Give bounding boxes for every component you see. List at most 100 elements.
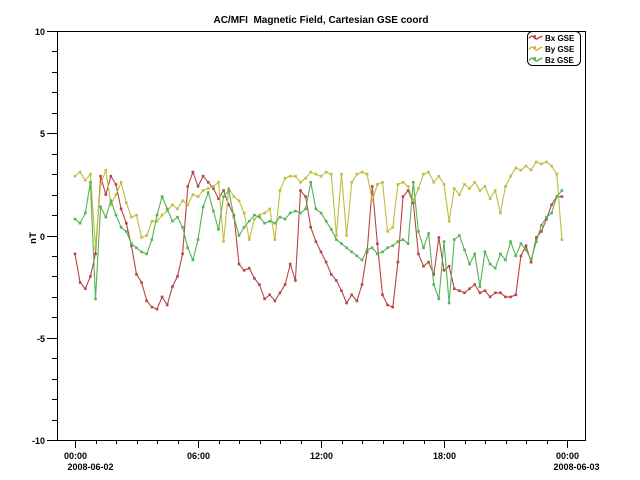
data-point-marker bbox=[494, 267, 497, 270]
data-point-marker bbox=[371, 247, 374, 250]
data-point-marker bbox=[105, 169, 108, 172]
x-tick-label: 18:00 bbox=[433, 451, 456, 461]
data-point-marker bbox=[135, 214, 138, 217]
data-point-marker bbox=[145, 234, 148, 237]
data-point-marker bbox=[181, 226, 184, 229]
data-point-marker bbox=[197, 195, 200, 198]
data-point-marker bbox=[181, 199, 184, 202]
data-point-marker bbox=[468, 187, 471, 190]
data-point-marker bbox=[489, 197, 492, 200]
data-point-marker bbox=[422, 247, 425, 250]
y-tick-label: -10 bbox=[32, 436, 45, 446]
data-point-marker bbox=[561, 195, 564, 198]
axes: 1050-5-1000:002008-06-0206:0012:0018:000… bbox=[32, 27, 600, 472]
data-point-marker bbox=[94, 253, 97, 256]
data-point-marker bbox=[515, 255, 518, 258]
data-point-marker bbox=[135, 247, 138, 250]
data-point-marker bbox=[381, 181, 384, 184]
data-point-marker bbox=[345, 247, 348, 250]
data-point-marker bbox=[202, 189, 205, 192]
data-point-marker bbox=[161, 214, 164, 217]
data-point-marker bbox=[391, 244, 394, 247]
chart-frame bbox=[58, 32, 586, 441]
data-point-marker bbox=[345, 302, 348, 305]
data-point-marker bbox=[463, 292, 466, 295]
data-point-marker bbox=[320, 212, 323, 215]
data-point-marker bbox=[494, 292, 497, 295]
data-point-marker bbox=[74, 175, 77, 178]
data-point-marker bbox=[284, 177, 287, 180]
data-point-marker bbox=[463, 249, 466, 252]
data-point-marker bbox=[422, 173, 425, 176]
data-point-marker bbox=[274, 300, 277, 303]
data-point-marker bbox=[304, 177, 307, 180]
data-point-marker bbox=[289, 212, 292, 215]
data-point-marker bbox=[325, 171, 328, 174]
data-point-marker bbox=[315, 173, 318, 176]
data-point-marker bbox=[156, 308, 159, 311]
legend-marker bbox=[534, 35, 536, 37]
data-point-marker bbox=[509, 175, 512, 178]
data-point-marker bbox=[105, 193, 108, 196]
data-point-marker bbox=[356, 173, 359, 176]
data-point-marker bbox=[309, 171, 312, 174]
legend-label: Bx GSE bbox=[545, 34, 575, 43]
data-point-marker bbox=[432, 181, 435, 184]
data-point-marker bbox=[268, 220, 271, 223]
data-point-marker bbox=[397, 240, 400, 243]
data-point-marker bbox=[525, 244, 528, 247]
data-point-marker bbox=[550, 165, 553, 168]
data-point-marker bbox=[520, 169, 523, 172]
y-tick-label: 0 bbox=[40, 232, 45, 242]
data-point-marker bbox=[325, 261, 328, 264]
data-point-marker bbox=[186, 247, 189, 250]
data-point-marker bbox=[468, 287, 471, 290]
data-point-marker bbox=[74, 253, 77, 256]
chart-title: AC/MFI Magnetic Field, Cartesian GSE coo… bbox=[213, 15, 428, 26]
data-point-marker bbox=[443, 269, 446, 272]
data-point-marker bbox=[356, 255, 359, 258]
data-point-marker bbox=[540, 163, 543, 166]
x-date-label: 2008-06-02 bbox=[68, 462, 114, 472]
data-point-marker bbox=[89, 181, 92, 184]
data-point-marker bbox=[294, 279, 297, 282]
data-point-marker bbox=[376, 242, 379, 245]
data-point-marker bbox=[361, 171, 364, 174]
data-point-marker bbox=[253, 218, 256, 221]
series-by-gse bbox=[74, 161, 563, 250]
data-point-marker bbox=[99, 175, 102, 178]
data-point-marker bbox=[207, 187, 210, 190]
data-point-marker bbox=[217, 228, 220, 231]
data-point-marker bbox=[520, 255, 523, 258]
data-point-marker bbox=[217, 181, 220, 184]
data-point-marker bbox=[145, 253, 148, 256]
data-point-marker bbox=[397, 261, 400, 264]
legend-label: Bz GSE bbox=[545, 56, 575, 65]
data-point-marker bbox=[94, 247, 97, 250]
data-point-marker bbox=[222, 195, 225, 198]
data-point-marker bbox=[253, 214, 256, 217]
data-point-marker bbox=[253, 277, 256, 280]
series-bx-gse bbox=[74, 171, 563, 311]
data-point-marker bbox=[171, 220, 174, 223]
data-point-marker bbox=[166, 208, 169, 211]
data-point-marker bbox=[499, 292, 502, 295]
data-point-marker bbox=[197, 185, 200, 188]
data-point-marker bbox=[315, 240, 318, 243]
data-point-marker bbox=[376, 253, 379, 256]
y-tick-label: 10 bbox=[35, 27, 45, 37]
data-point-marker bbox=[120, 226, 123, 229]
data-point-marker bbox=[192, 171, 195, 174]
data-point-marker bbox=[427, 171, 430, 174]
data-point-marker bbox=[479, 285, 482, 288]
data-point-marker bbox=[530, 169, 533, 172]
data-point-marker bbox=[545, 216, 548, 219]
series-by-gse-line bbox=[75, 162, 562, 248]
data-point-marker bbox=[304, 195, 307, 198]
data-point-marker bbox=[515, 167, 518, 170]
legend-marker bbox=[534, 57, 536, 59]
data-point-marker bbox=[268, 294, 271, 297]
data-point-marker bbox=[248, 267, 251, 270]
data-point-marker bbox=[186, 204, 189, 207]
data-point-marker bbox=[268, 208, 271, 211]
